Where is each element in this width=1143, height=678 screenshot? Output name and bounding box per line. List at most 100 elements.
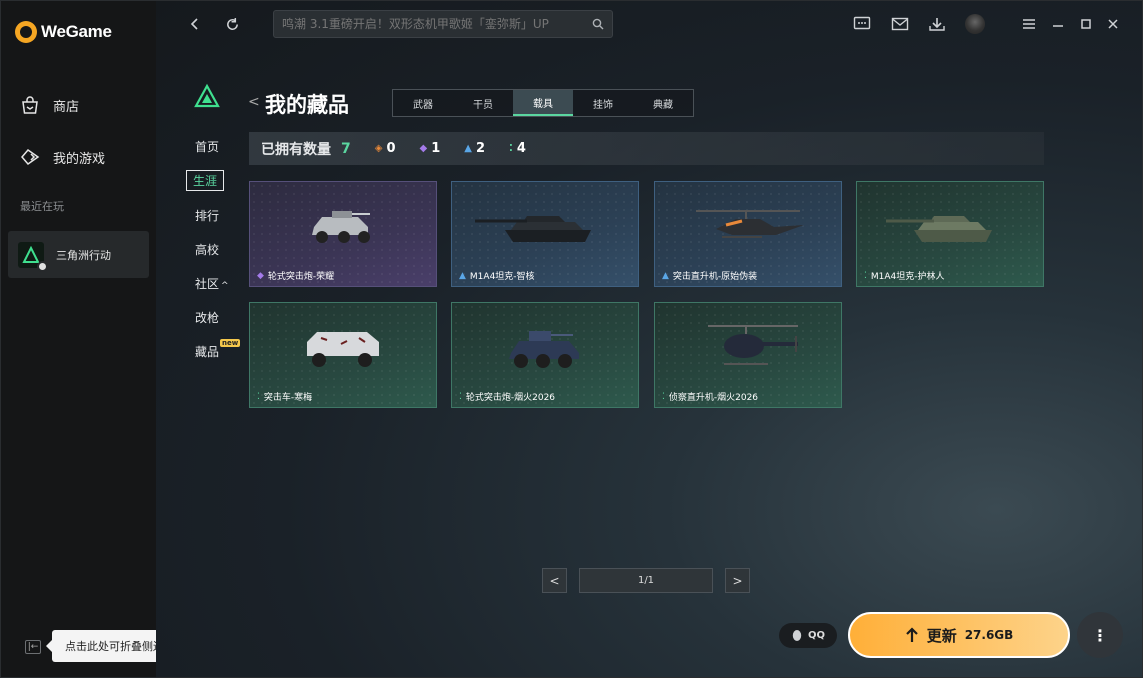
maximize-icon xyxy=(1081,19,1091,29)
menu-button[interactable] xyxy=(1018,13,1040,35)
menu-item-collection[interactable]: 藏品 new xyxy=(195,339,241,360)
collapse-icon: |← xyxy=(27,642,39,652)
menu-item-career[interactable]: 生涯 xyxy=(186,170,225,191)
new-badge: new xyxy=(220,339,241,347)
vehicle-card[interactable]: ⁚ 突击车-寒梅 xyxy=(249,302,437,408)
tank-icon xyxy=(475,215,591,242)
tab-weapons[interactable]: 武器 xyxy=(393,90,453,116)
stat-value: 2 xyxy=(475,141,485,156)
sidebar-item-my-games[interactable]: 我的游戏 xyxy=(19,146,105,168)
wegame-logo[interactable]: WeGame xyxy=(15,21,112,43)
menu-item-community[interactable]: 社区 ^ xyxy=(195,275,229,292)
prev-page-button[interactable]: < xyxy=(542,568,567,593)
search-input[interactable] xyxy=(282,17,592,31)
search-bar[interactable] xyxy=(273,10,613,38)
shopping-bag-icon xyxy=(22,96,38,114)
more-options-button[interactable]: ⋮ xyxy=(1077,612,1123,658)
menu-item-ranking[interactable]: 排行 xyxy=(195,207,219,224)
expand-caret-icon: ^ xyxy=(221,281,229,291)
vehicle-card[interactable]: ◆ 轮式突击炮-荣耀 xyxy=(249,181,437,287)
green-gem-icon: ⁚ xyxy=(459,391,462,402)
refresh-button[interactable] xyxy=(221,13,243,35)
tank-icon xyxy=(886,215,992,242)
collection-back-button[interactable]: < xyxy=(248,94,260,110)
download-icon xyxy=(929,18,945,31)
gamepad-icon xyxy=(21,148,40,166)
app-name: WeGame xyxy=(41,22,112,41)
chat-button[interactable] xyxy=(851,13,873,35)
menu-item-gunsmith[interactable]: 改枪 xyxy=(195,309,219,326)
update-size: 27.6GB xyxy=(964,628,1014,642)
recent-game-item[interactable]: 三角洲行动 xyxy=(8,231,149,278)
pagination: < 1/1 > xyxy=(542,568,750,593)
stat-purple: ◆ 1 xyxy=(420,141,441,156)
download-button[interactable] xyxy=(926,13,948,35)
orange-gem-icon: ◈ xyxy=(374,143,383,154)
attack-helicopter-icon xyxy=(696,209,804,238)
tab-collectibles[interactable]: 典藏 xyxy=(633,90,693,116)
vehicle-card[interactable]: ▲ 突击直升机-原始伪装 xyxy=(654,181,842,287)
more-vertical-icon: ⋮ xyxy=(1092,625,1108,645)
vehicle-name: 突击车-寒梅 xyxy=(263,393,313,403)
stat-value: 0 xyxy=(386,141,396,156)
maximize-button[interactable] xyxy=(1075,13,1097,35)
tab-operators[interactable]: 干员 xyxy=(453,90,513,116)
collapse-sidebar-button[interactable]: |← xyxy=(25,640,41,654)
vehicle-name: 侦察直升机-烟火2026 xyxy=(668,393,759,403)
category-tabs: 武器 干员 载具 挂饰 典藏 xyxy=(392,89,694,117)
sidebar-item-store[interactable]: 商店 xyxy=(19,94,79,116)
page-title: 我的藏品 xyxy=(265,93,349,117)
blue-gem-icon: ▲ xyxy=(662,270,669,281)
armored-car-icon xyxy=(509,330,579,368)
owned-count-label: 已拥有数量 xyxy=(261,141,331,158)
tab-charms[interactable]: 挂饰 xyxy=(573,90,633,116)
stat-blue: ▲ 2 xyxy=(464,141,485,156)
stat-orange: ◈ 0 xyxy=(375,141,396,156)
minimize-button[interactable] xyxy=(1047,13,1069,35)
menu-item-university[interactable]: 高校 xyxy=(195,241,219,258)
main-area: < 我的藏品 武器 干员 载具 挂饰 典藏 首页 生涯 排行 高校 社区^ 改枪… xyxy=(156,1,1142,677)
purple-gem-icon: ◆ xyxy=(257,270,264,281)
menu-item-home[interactable]: 首页 xyxy=(195,138,219,155)
vehicle-name: 轮式突击炮-烟火2026 xyxy=(465,393,556,403)
chevron-left-icon: < xyxy=(549,573,560,588)
game-badge-icon xyxy=(37,260,48,272)
page-indicator: 1/1 xyxy=(579,568,713,593)
green-gem-icon: ⁚ xyxy=(257,391,260,402)
arrow-up-icon xyxy=(905,627,918,642)
vehicle-name: M1A4坦克-护林人 xyxy=(870,272,945,282)
scout-helicopter-icon xyxy=(708,324,798,365)
blue-gem-icon: ▲ xyxy=(464,143,472,154)
vehicle-card[interactable]: ⁚ 轮式突击炮-烟火2026 xyxy=(451,302,639,408)
card-label: ⁚ 轮式突击炮-烟火2026 xyxy=(459,390,556,404)
chevron-left-icon xyxy=(190,18,198,30)
app-window: WeGame 商店 我的游戏 最近在玩 三角洲行动 |← 点击此处可折叠侧边栏 xyxy=(0,0,1143,678)
card-label: ⁚ M1A4坦克-护林人 xyxy=(864,269,945,283)
hamburger-icon xyxy=(1023,19,1035,29)
card-label: ▲ M1A4坦克-智核 xyxy=(459,269,535,283)
search-icon[interactable] xyxy=(592,18,604,30)
mail-button[interactable] xyxy=(889,13,911,35)
close-icon xyxy=(1108,19,1118,29)
next-page-button[interactable]: > xyxy=(725,568,750,593)
vehicle-card[interactable]: ⁚ M1A4坦克-护林人 xyxy=(856,181,1044,287)
qq-button[interactable]: QQ xyxy=(779,623,837,648)
card-label: ⁚ 突击车-寒梅 xyxy=(257,390,313,404)
update-button[interactable]: 更新 27.6GB xyxy=(848,612,1070,658)
green-gem-icon: ⁚ xyxy=(509,143,513,154)
back-button[interactable] xyxy=(184,13,206,35)
recent-game-name: 三角洲行动 xyxy=(56,248,111,262)
vehicle-card[interactable]: ▲ M1A4坦克-智核 xyxy=(451,181,639,287)
vehicle-name: 轮式突击炮-荣耀 xyxy=(267,272,335,282)
delta-force-logo-icon[interactable] xyxy=(194,83,220,109)
sidebar: WeGame 商店 我的游戏 最近在玩 三角洲行动 |← xyxy=(1,1,156,677)
qq-label: QQ xyxy=(807,630,825,641)
user-avatar-button[interactable] xyxy=(964,13,986,35)
close-button[interactable] xyxy=(1102,13,1124,35)
topbar xyxy=(156,1,1142,47)
purple-gem-icon: ◆ xyxy=(419,143,428,154)
owned-total: 7 xyxy=(341,140,351,157)
vehicle-card[interactable]: ⁚ 侦察直升机-烟火2026 xyxy=(654,302,842,408)
tab-vehicles[interactable]: 载具 xyxy=(513,90,573,116)
menu-item-label: 藏品 xyxy=(195,345,220,359)
